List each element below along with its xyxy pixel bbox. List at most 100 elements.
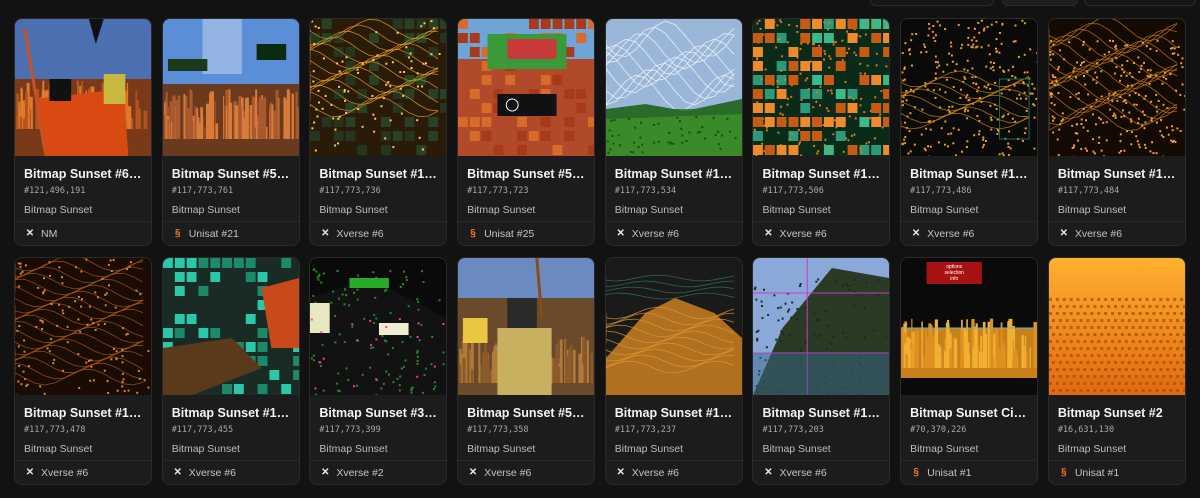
- x-icon: ✕: [616, 228, 625, 239]
- collection-name[interactable]: Bitmap Sunset: [172, 443, 290, 455]
- inscription-card[interactable]: Bitmap Sunset #187 #117,773,736 Bitmap S…: [309, 18, 448, 246]
- card-divider: [1048, 460, 1185, 461]
- toolbar-button-middle[interactable]: [1002, 0, 1078, 6]
- marketplace-label: Unisat #21: [188, 228, 239, 240]
- inscription-card[interactable]: Bitmap Sunset #599 #117,773,358 Bitmap S…: [457, 257, 596, 485]
- inscription-thumbnail[interactable]: [310, 19, 447, 156]
- inscription-name[interactable]: Bitmap Sunset #599: [467, 406, 585, 420]
- inscription-thumbnail[interactable]: [15, 258, 151, 395]
- inscription-thumbnail[interactable]: [753, 19, 890, 156]
- inscription-card[interactable]: Bitmap Sunset #333 #117,773,399 Bitmap S…: [309, 257, 448, 485]
- collection-name[interactable]: Bitmap Sunset: [615, 204, 733, 216]
- marketplace-tag[interactable]: ✕ Xverse #6: [911, 228, 974, 240]
- card-divider: [1048, 221, 1185, 222]
- inscription-name[interactable]: Bitmap Sunset #185: [762, 406, 880, 420]
- marketplace-tag[interactable]: ✕ Xverse #6: [320, 228, 383, 240]
- card-divider: [310, 460, 447, 461]
- inscription-number: #117,773,736: [319, 186, 381, 196]
- collection-name[interactable]: Bitmap Sunset: [1058, 443, 1176, 455]
- inscription-name[interactable]: Bitmap Sunset #595: [467, 167, 585, 181]
- card-divider: [605, 221, 742, 222]
- marketplace-tag[interactable]: ✕ Xverse #6: [616, 228, 679, 240]
- marketplace-label: Xverse #6: [779, 228, 827, 240]
- inscription-name[interactable]: Bitmap Sunset #2: [1058, 406, 1176, 420]
- inscription-number: #117,773,478: [24, 425, 86, 435]
- marketplace-tag[interactable]: § Unisat #21: [173, 228, 239, 240]
- collection-name[interactable]: Bitmap Sunset: [762, 443, 880, 455]
- inscription-name[interactable]: Bitmap Sunset #187: [319, 167, 437, 181]
- inscription-card[interactable]: Bitmap Sunset #141 #117,773,534 Bitmap S…: [604, 18, 743, 246]
- collection-name[interactable]: Bitmap Sunset: [24, 204, 142, 216]
- marketplace-tag[interactable]: ✕ Xverse #2: [320, 467, 383, 479]
- collection-name[interactable]: Bitmap Sunset: [910, 443, 1028, 455]
- toolbar-button-left[interactable]: [870, 0, 994, 6]
- inscription-thumbnail[interactable]: [753, 258, 890, 395]
- collection-name[interactable]: Bitmap Sunset: [172, 204, 290, 216]
- inscription-thumbnail[interactable]: [310, 258, 447, 395]
- marketplace-label: Unisat #1: [1074, 467, 1120, 479]
- inscription-card[interactable]: Bitmap Sunset #189 #117,773,478 Bitmap S…: [14, 257, 152, 485]
- inscription-card[interactable]: Bitmap Sunset #595 #117,773,723 Bitmap S…: [457, 18, 596, 246]
- inscription-thumbnail[interactable]: [458, 19, 595, 156]
- marketplace-tag[interactable]: ✕ Xverse #6: [763, 467, 826, 479]
- collection-name[interactable]: Bitmap Sunset: [467, 204, 585, 216]
- inscription-name[interactable]: Bitmap Sunset #191: [172, 406, 290, 420]
- inscription-name[interactable]: Bitmap Sunset #190: [1058, 167, 1176, 181]
- inscription-card[interactable]: Bitmap Sunset #186 #117,773,506 Bitmap S…: [752, 18, 891, 246]
- card-divider: [162, 221, 299, 222]
- marketplace-tag[interactable]: ✕ Xverse #6: [468, 467, 531, 479]
- collection-name[interactable]: Bitmap Sunset: [615, 443, 733, 455]
- inscription-thumbnail[interactable]: [901, 19, 1038, 156]
- marketplace-tag[interactable]: ✕ Xverse #6: [25, 467, 88, 479]
- inscription-card[interactable]: options selection info Bitmap Sunset City …: [900, 257, 1039, 485]
- toolbar-button-right[interactable]: [1084, 0, 1196, 6]
- card-divider: [901, 221, 1038, 222]
- marketplace-tag[interactable]: ✕ Xverse #6: [616, 467, 679, 479]
- inscription-thumbnail[interactable]: [605, 19, 742, 156]
- inscription-name[interactable]: Bitmap Sunset #333: [319, 406, 437, 420]
- marketplace-tag[interactable]: ✕ Xverse #6: [763, 228, 826, 240]
- inscription-card[interactable]: Bitmap Sunset #188 #117,773,486 Bitmap S…: [900, 18, 1039, 246]
- inscription-thumbnail[interactable]: [458, 258, 595, 395]
- collection-name[interactable]: Bitmap Sunset: [24, 443, 142, 455]
- inscription-card[interactable]: Bitmap Sunset #629 #121,496,191 Bitmap S…: [14, 18, 152, 246]
- inscription-name[interactable]: Bitmap Sunset #629: [24, 167, 142, 181]
- inscription-card[interactable]: Bitmap Sunset #2 #16,631,130 Bitmap Suns…: [1047, 257, 1186, 485]
- inscription-card[interactable]: Bitmap Sunset #192 #117,773,237 Bitmap S…: [604, 257, 743, 485]
- collection-name[interactable]: Bitmap Sunset: [467, 443, 585, 455]
- marketplace-label: Unisat #1: [927, 467, 972, 479]
- inscription-name[interactable]: Bitmap Sunset #188: [910, 167, 1028, 181]
- marketplace-tag[interactable]: § Unisat #25: [468, 228, 534, 240]
- collection-name[interactable]: Bitmap Sunset: [762, 204, 880, 216]
- collection-name[interactable]: Bitmap Sunset: [1058, 204, 1176, 216]
- marketplace-tag[interactable]: § Unisat #1: [1059, 467, 1119, 479]
- inscription-name[interactable]: Bitmap Sunset #186: [762, 167, 880, 181]
- inscription-thumbnail[interactable]: [605, 258, 742, 395]
- inscription-thumbnail[interactable]: [1048, 258, 1185, 395]
- marketplace-tag[interactable]: ✕ Xverse #6: [173, 467, 235, 479]
- unisat-icon: §: [1061, 467, 1067, 478]
- unisat-icon: §: [470, 228, 476, 239]
- inscription-name[interactable]: Bitmap Sunset #189: [24, 406, 142, 420]
- inscription-number: #117,773,506: [762, 186, 824, 196]
- inscription-name[interactable]: Bitmap Sunset #535: [172, 167, 290, 181]
- inscription-card[interactable]: Bitmap Sunset #190 #117,773,484 Bitmap S…: [1047, 18, 1186, 246]
- inscription-card[interactable]: Bitmap Sunset #535 #117,773,761 Bitmap S…: [161, 18, 300, 246]
- inscription-card[interactable]: Bitmap Sunset #185 #117,773,203 Bitmap S…: [752, 257, 891, 485]
- inscription-number: #70,370,226: [910, 425, 967, 435]
- inscription-thumbnail[interactable]: [15, 19, 151, 156]
- inscription-thumbnail[interactable]: [1048, 19, 1185, 156]
- marketplace-tag[interactable]: § Unisat #1: [911, 467, 971, 479]
- collection-name[interactable]: Bitmap Sunset: [910, 204, 1028, 216]
- inscription-thumbnail[interactable]: [162, 258, 299, 395]
- collection-name[interactable]: Bitmap Sunset: [319, 204, 437, 216]
- inscription-card[interactable]: Bitmap Sunset #191 #117,773,455 Bitmap S…: [161, 257, 300, 485]
- collection-name[interactable]: Bitmap Sunset: [319, 443, 437, 455]
- inscription-thumbnail[interactable]: [162, 19, 299, 156]
- marketplace-tag[interactable]: ✕ NM: [25, 228, 58, 240]
- inscription-thumbnail[interactable]: options selection info: [901, 258, 1038, 395]
- inscription-name[interactable]: Bitmap Sunset #141: [615, 167, 733, 181]
- inscription-name[interactable]: Bitmap Sunset #192: [615, 406, 733, 420]
- marketplace-tag[interactable]: ✕ Xverse #6: [1059, 228, 1122, 240]
- inscription-name[interactable]: Bitmap Sunset City ...: [910, 406, 1028, 420]
